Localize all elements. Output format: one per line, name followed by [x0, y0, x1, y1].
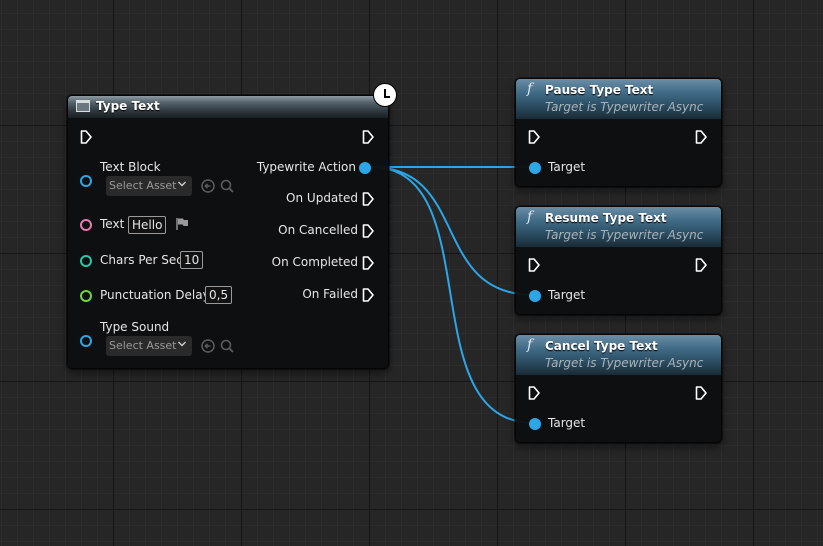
node-title: Resume Type Text [545, 211, 667, 225]
exec-out-pin-icon[interactable] [695, 386, 707, 400]
text-value-input[interactable]: Hello [128, 216, 167, 234]
function-icon: f [527, 337, 533, 353]
text-block-asset-placeholder: Select Asset [109, 179, 177, 192]
type-text-node[interactable]: Type Text Text Block Select Asset Text H… [67, 95, 389, 369]
punctuation-delay-pin[interactable] [80, 290, 92, 302]
cancel-type-text-header[interactable]: f Cancel Type Text Target is Typewriter … [516, 335, 721, 375]
exec-in-pin-icon[interactable] [528, 258, 540, 272]
latent-clock-icon [373, 83, 397, 107]
punctuation-delay-input[interactable]: 0,5 [205, 286, 233, 304]
target-label: Target [548, 288, 586, 302]
exec-in-pin-icon[interactable] [528, 386, 540, 400]
target-label: Target [548, 416, 586, 430]
pause-type-text-header[interactable]: f Pause Type Text Target is Typewriter A… [516, 79, 721, 119]
exec-out-pin-icon[interactable] [695, 258, 707, 272]
node-subtitle: Target is Typewriter Async [545, 356, 704, 370]
on-updated-exec-pin-icon[interactable] [362, 192, 374, 206]
on-cancelled-exec-pin-icon[interactable] [362, 224, 374, 238]
typewrite-action-pin[interactable] [359, 162, 371, 174]
target-pin[interactable] [529, 290, 541, 302]
chevron-down-icon [178, 341, 186, 347]
node-subtitle: Target is Typewriter Async [545, 100, 704, 114]
type-sound-asset-placeholder: Select Asset [109, 339, 177, 352]
chars-per-sec-input[interactable]: 10 [180, 251, 204, 269]
exec-in-pin-icon[interactable] [528, 130, 540, 144]
cancel-type-text-node[interactable]: f Cancel Type Text Target is Typewriter … [515, 334, 722, 443]
target-pin[interactable] [529, 418, 541, 430]
on-failed-exec-pin-icon[interactable] [362, 288, 374, 302]
type-sound-asset-picker[interactable]: Select Asset [106, 336, 192, 356]
on-updated-label: On Updated [286, 191, 358, 205]
target-pin[interactable] [529, 162, 541, 174]
on-completed-label: On Completed [271, 255, 358, 269]
browse-arrow-icon[interactable] [201, 339, 215, 353]
text-block-label: Text Block [100, 160, 161, 174]
typewrite-action-label: Typewrite Action [256, 160, 356, 174]
wire-cancel-target[interactable] [370, 166, 535, 424]
on-cancelled-label: On Cancelled [278, 223, 358, 237]
node-title: Type Text [96, 99, 160, 113]
browse-arrow-icon[interactable] [201, 179, 215, 193]
target-label: Target [548, 160, 586, 174]
exec-out-pin-icon[interactable] [362, 130, 374, 144]
type-sound-label: Type Sound [100, 320, 170, 334]
text-label: Text [100, 217, 125, 231]
chars-per-sec-pin[interactable] [80, 255, 92, 267]
type-sound-pin[interactable] [80, 335, 92, 347]
node-title: Pause Type Text [545, 83, 654, 97]
text-block-pin[interactable] [80, 175, 92, 187]
exec-out-pin-icon[interactable] [695, 130, 707, 144]
text-pin[interactable] [80, 219, 92, 231]
punctuation-delay-label: Punctuation Delay [100, 288, 210, 302]
node-title: Cancel Type Text [545, 339, 658, 353]
node-subtitle: Target is Typewriter Async [545, 228, 704, 242]
on-completed-exec-pin-icon[interactable] [362, 256, 374, 270]
on-failed-label: On Failed [302, 287, 358, 301]
function-icon: f [527, 81, 533, 97]
wire-resume-target[interactable] [370, 166, 535, 296]
chars-per-sec-label: Chars Per Sec [100, 253, 183, 267]
chevron-down-icon [178, 181, 186, 187]
event-node-icon [76, 100, 90, 112]
type-text-node-header[interactable]: Type Text [68, 96, 388, 118]
function-icon: f [527, 209, 533, 225]
resume-type-text-node[interactable]: f Resume Type Text Target is Typewriter … [515, 206, 722, 315]
text-block-asset-picker[interactable]: Select Asset [106, 176, 192, 196]
exec-in-pin-icon[interactable] [80, 130, 92, 144]
pause-type-text-node[interactable]: f Pause Type Text Target is Typewriter A… [515, 78, 722, 187]
localization-flag-icon[interactable] [175, 217, 189, 231]
search-icon[interactable] [220, 179, 234, 193]
resume-type-text-header[interactable]: f Resume Type Text Target is Typewriter … [516, 207, 721, 247]
search-icon[interactable] [220, 339, 234, 353]
